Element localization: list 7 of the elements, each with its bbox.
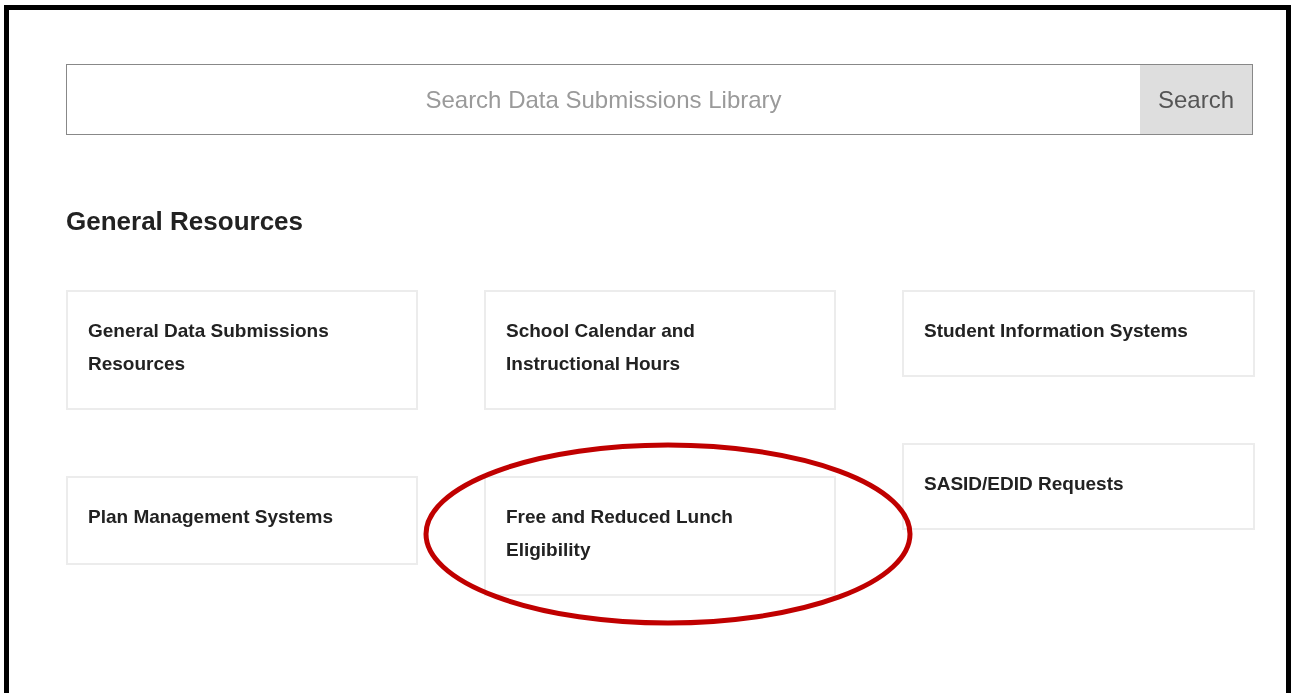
resource-card[interactable]: School Calendar and Instructional Hours: [484, 290, 836, 410]
resource-card[interactable]: Free and Reduced Lunch Eligibility: [484, 476, 836, 596]
resource-card[interactable]: Student Information Systems: [902, 290, 1255, 377]
section-title: General Resources: [66, 205, 304, 237]
resource-card[interactable]: Plan Management Systems: [66, 476, 418, 565]
resource-card[interactable]: General Data Submissions Resources: [66, 290, 418, 410]
resource-card[interactable]: SASID/EDID Requests: [902, 443, 1255, 530]
